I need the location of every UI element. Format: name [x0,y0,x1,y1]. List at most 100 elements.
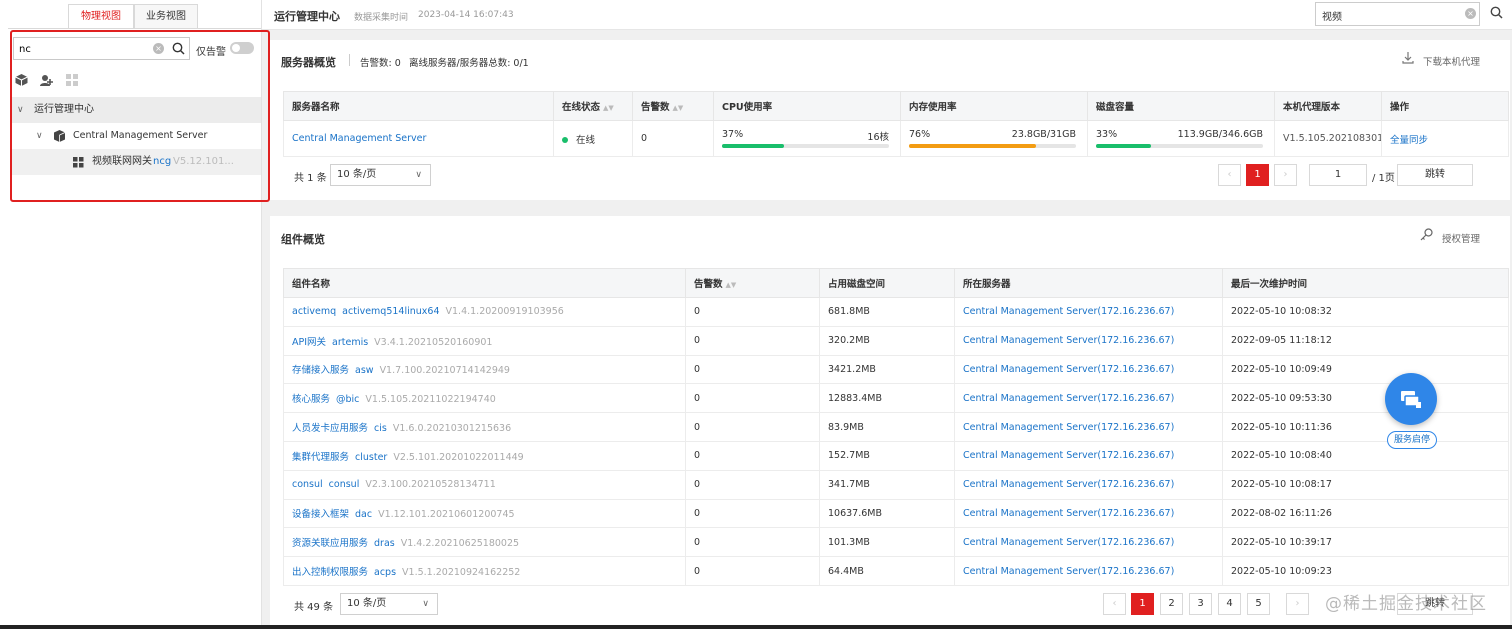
component-server-link[interactable]: Central Management Server(172.16.236.67) [963,537,1174,548]
component-version: V1.5.1.20210924162252 [402,567,521,579]
disk-bar-fill [1096,144,1152,148]
component-page-size-select[interactable]: 10 条/页 ∨ [340,593,438,615]
server-page-size-select[interactable]: 10 条/页 ∨ [330,164,431,186]
component-name-link[interactable]: 设备接入框架 [292,509,349,520]
tree-root-node[interactable]: ∨ 运行管理中心 [10,97,261,123]
grid-icon[interactable] [66,74,79,86]
tab-physical-view[interactable]: 物理视图 [68,4,134,29]
component-version: V2.5.101.20201022011449 [393,451,524,463]
next-page-button[interactable]: › [1286,593,1309,615]
component-server-link[interactable]: Central Management Server(172.16.236.67) [963,335,1174,346]
component-server-link[interactable]: Central Management Server(172.16.236.67) [963,508,1174,519]
goto-page-input[interactable]: 1 [1309,164,1367,186]
next-page-button[interactable]: › [1274,164,1297,186]
table-header-row: 组件名称 告警数 ▲▼ 占用磁盘空间 所在服务器 最后一次维护时间 [283,268,1509,298]
tree-search-input[interactable] [19,41,149,57]
component-server-link[interactable]: Central Management Server(172.16.236.67) [963,364,1174,375]
component-name-link[interactable]: 集群代理服务 [292,452,349,463]
sort-icon[interactable]: ▲▼ [603,104,614,112]
component-server-link[interactable]: Central Management Server(172.16.236.67) [963,306,1174,317]
component-server-link[interactable]: Central Management Server(172.16.236.67) [963,479,1174,490]
memory-detail: 23.8GB/31GB [1011,129,1076,140]
key-icon[interactable] [1420,228,1433,241]
collect-time-value: 2023-04-14 16:07:43 [418,10,514,20]
service-icon [1401,391,1421,408]
download-icon[interactable] [1402,52,1414,64]
header-search-value[interactable]: 视频 [1322,8,1342,23]
col-alerts[interactable]: 告警数 ▲▼ [685,268,820,298]
col-server-name: 服务器名称 [283,91,554,121]
sort-icon[interactable]: ▲▼ [673,104,684,112]
prev-page-button[interactable]: ‹ [1103,593,1126,615]
component-disk: 681.8MB [819,297,955,327]
add-node-icon[interactable] [40,74,53,86]
component-disk: 12883.4MB [819,383,955,414]
service-control-button[interactable] [1385,373,1437,425]
component-module: dac [355,509,373,521]
component-icon [73,157,84,168]
server-group-icon[interactable] [15,74,28,86]
component-name-link[interactable]: activemq [292,306,336,317]
component-time: 2022-05-10 09:53:30 [1222,383,1509,414]
component-server-link[interactable]: Central Management Server(172.16.236.67) [963,566,1174,577]
chevron-down-icon[interactable]: ∨ [17,97,24,123]
tree-search-field[interactable]: × [13,37,190,60]
component-name-link[interactable]: consul [292,479,323,490]
component-name-link[interactable]: 资源关联应用服务 [292,538,368,549]
chevron-down-icon[interactable]: ∨ [36,123,43,149]
component-name-link[interactable]: 核心服务 [292,394,330,405]
component-server-link[interactable]: Central Management Server(172.16.236.67) [963,393,1174,404]
page-button[interactable]: 5 [1247,593,1270,615]
service-control-label[interactable]: 服务启停 [1387,431,1437,449]
goto-button[interactable]: 跳转 [1397,164,1473,186]
component-name-link[interactable]: 存储接入服务 [292,365,349,376]
clear-icon[interactable]: × [1465,8,1476,19]
page-button[interactable]: 1 [1246,164,1269,186]
full-sync-link[interactable]: 全量同步 [1390,135,1428,146]
table-row: 人员发卡应用服务 cis V1.6.0.20210301215636 0 83.9MB C… [283,412,1509,442]
tree-gateway-node[interactable]: 视频联网网关 ncg V5.12.101... [10,149,261,175]
component-module: cluster [355,451,388,463]
server-alerts: 0 [632,120,714,157]
prev-page-button[interactable]: ‹ [1218,164,1241,186]
download-agent-link[interactable]: 下载本机代理 [1423,54,1480,68]
tab-business-view[interactable]: 业务视图 [134,4,198,29]
license-management-link[interactable]: 授权管理 [1442,231,1480,245]
server-name-link[interactable]: Central Management Server [292,133,426,144]
footer-bar [0,625,1512,629]
clear-icon[interactable]: × [153,43,164,54]
component-name-link[interactable]: API网关 [292,337,326,348]
component-alerts: 0 [685,326,820,356]
col-alerts[interactable]: 告警数 ▲▼ [632,91,714,121]
search-icon[interactable] [172,42,185,55]
server-overview-title: 服务器概览 [281,56,336,69]
component-name-link[interactable]: 人员发卡应用服务 [292,423,368,434]
col-disk: 磁盘容量 [1087,91,1275,121]
sort-icon[interactable]: ▲▼ [726,281,737,289]
page-size-value: 10 条/页 [337,169,377,180]
page-button[interactable]: 4 [1218,593,1241,615]
component-disk: 64.4MB [819,556,955,586]
page-button[interactable]: 1 [1131,593,1154,615]
component-server-link[interactable]: Central Management Server(172.16.236.67) [963,422,1174,433]
component-server-link[interactable]: Central Management Server(172.16.236.67) [963,450,1174,461]
total-pages: / 1页 [1372,173,1395,184]
component-version: V1.6.0.20210301215636 [392,423,512,435]
component-version: V1.4.1.20200919103956 [445,306,564,318]
disk-percent: 33% [1096,129,1118,140]
table-row: 核心服务 @bic V1.5.105.20211022194740 0 12883.4M… [283,383,1509,414]
table-row: 设备接入框架 dac V1.12.101.20210601200745 0 10637.… [283,499,1509,529]
page-button[interactable]: 3 [1189,593,1212,615]
table-row: 资源关联应用服务 dras V1.4.2.20210625180025 0 101.3M… [283,527,1509,558]
component-time: 2022-05-10 10:08:17 [1222,470,1509,500]
component-name-link[interactable]: 出入控制权限服务 [292,567,368,578]
component-alerts: 0 [685,441,820,471]
component-module: cis [374,423,387,435]
search-icon[interactable] [1490,6,1503,19]
col-online-status[interactable]: 在线状态 ▲▼ [553,91,633,121]
component-module: artemis [332,336,369,348]
tree-server-node[interactable]: ∨ Central Management Server [10,123,261,149]
header-search-field[interactable]: 视频 × [1315,2,1480,26]
alert-only-toggle[interactable] [230,42,254,54]
page-button[interactable]: 2 [1160,593,1183,615]
